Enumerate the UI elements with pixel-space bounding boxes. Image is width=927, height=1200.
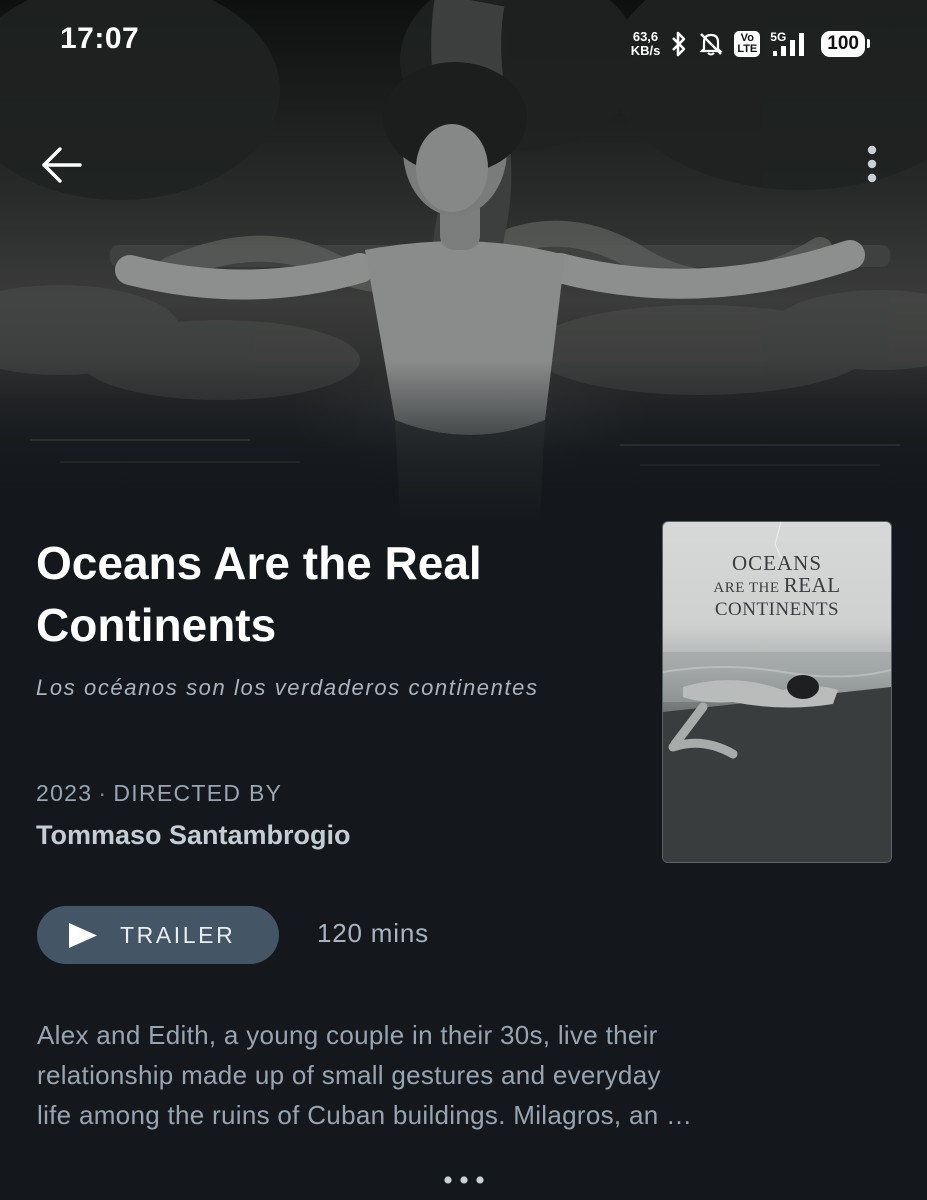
synopsis-line-2: relationship made up of small gestures a… [37,1060,661,1090]
backdrop-fade [0,360,927,520]
more-vertical-icon [867,145,877,183]
director-link[interactable]: Tommaso Santambrogio [36,820,351,851]
synopsis-line-3: life among the ruins of Cuban buildings.… [37,1100,693,1130]
poster-title-line2-big: REAL [783,573,841,597]
volte-line2: LTE [737,43,758,55]
trailer-button[interactable]: TRAILER [37,906,279,964]
more-horizontal-icon [444,1176,484,1184]
back-button[interactable] [36,140,88,192]
cellular-signal: 5G [770,31,811,57]
network-speed-value: 63,6 [632,29,659,44]
poster-title-line2: ARE THE REAL [663,574,891,599]
more-options-button[interactable] [850,140,894,192]
play-icon [69,923,97,948]
release-year[interactable]: 2023 [36,780,92,806]
volte-badge: Vo LTE [734,31,761,57]
poster-title-line2-small: ARE THE [713,580,780,596]
meta-separator: · [98,780,108,806]
release-meta: 2023 · DIRECTED BY [36,780,282,807]
poster-title-line3: CONTINENTS [714,599,840,620]
trailer-label: TRAILER [120,922,236,948]
expand-synopsis-button[interactable] [440,1170,488,1190]
status-time: 17:07 [60,22,140,55]
directed-by-label: DIRECTED BY [113,780,283,806]
bluetooth-icon [672,31,686,57]
runtime: 120 mins [317,918,429,948]
arrow-left-icon [42,147,82,183]
signal-icon [773,33,805,56]
original-title: Los océanos son los verdaderos continent… [36,675,539,700]
battery-indicator: 100 [821,31,870,57]
poster-title-line1: OCEANS [731,551,822,575]
bell-muted-icon [699,33,723,56]
poster-title: OCEANS ARE THE REAL CONTINENTS [663,552,891,621]
film-poster[interactable]: OCEANS ARE THE REAL CONTINENTS [662,521,892,863]
synopsis[interactable]: Alex and Edith, a young couple in their … [37,1015,897,1135]
network-speed: 63,6 KB/s [631,30,661,58]
synopsis-line-1: Alex and Edith, a young couple in their … [37,1020,658,1050]
status-bar: 17:07 63,6 KB/s Vo LTE 5G 100 [0,0,927,90]
film-title: Oceans Are the Real Continents [36,537,482,651]
status-icons: 63,6 KB/s Vo LTE 5G 100 [631,24,870,64]
film-detail-page: 17:07 63,6 KB/s Vo LTE 5G 100 Oceans Are… [0,0,927,1200]
network-speed-unit: KB/s [630,43,661,58]
